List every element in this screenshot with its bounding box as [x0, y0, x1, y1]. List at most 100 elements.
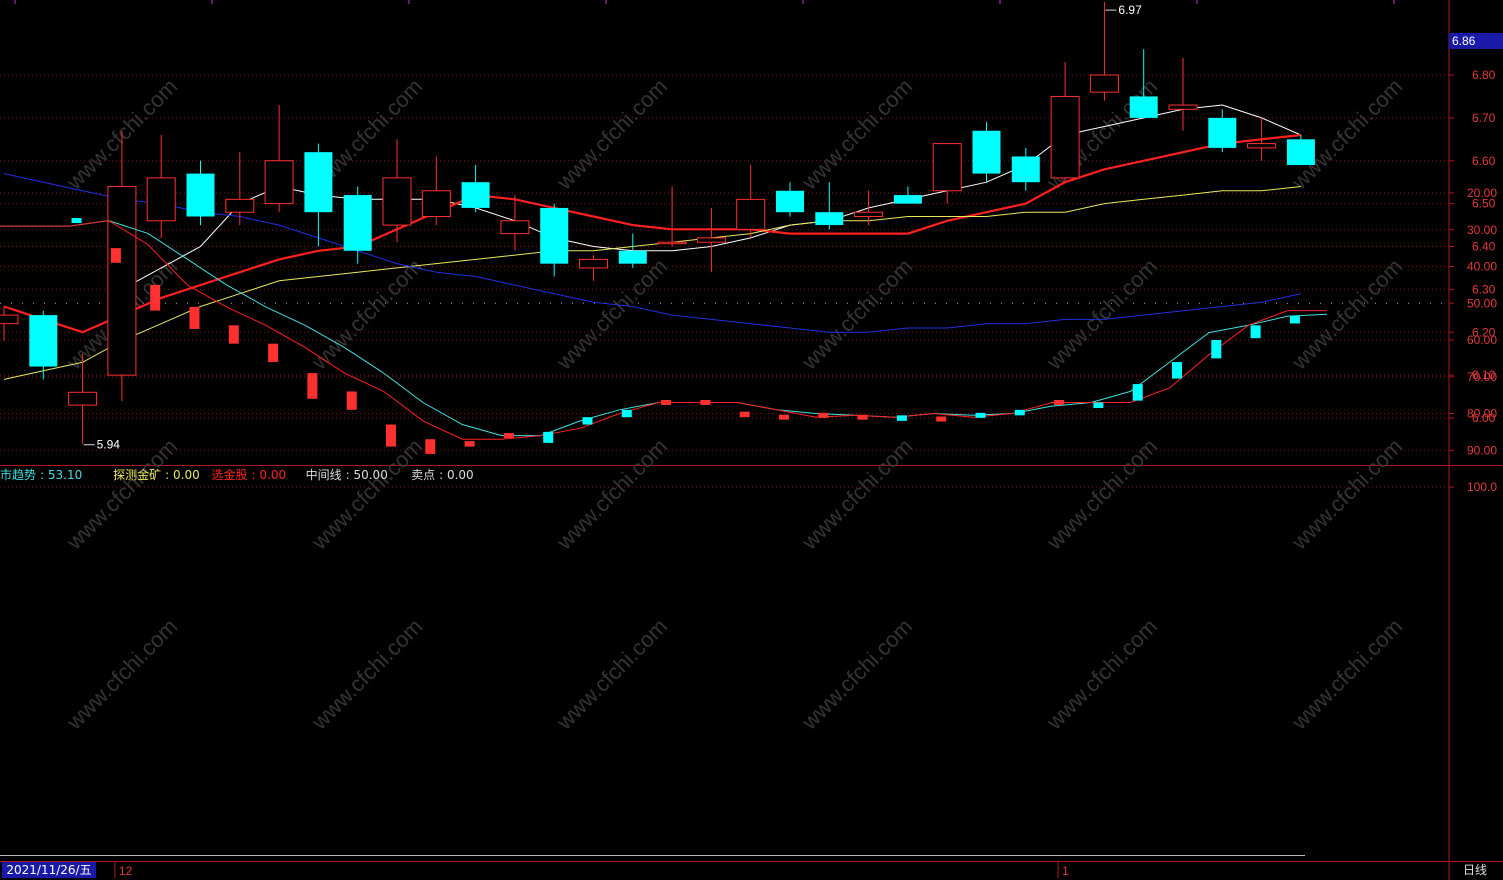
indicator-bar [150, 284, 161, 311]
indicator-legend: 市趋势: 53.10 探测金矿: 0.00 选金股: 0.00 中间线: 50.… [0, 466, 482, 483]
candle [932, 143, 962, 204]
price-tick-label: 6.80 [1472, 68, 1496, 82]
candle [107, 130, 137, 401]
candle-body [776, 190, 804, 213]
candle-body [618, 250, 647, 264]
indicator-bar [189, 306, 200, 329]
candle [0, 306, 19, 341]
indicator-bar [1289, 316, 1300, 324]
annotation-label: 5.94 [97, 438, 121, 452]
indicator-bar [818, 412, 829, 418]
watermark: www.cfchi.com [551, 74, 672, 195]
candle-body [1168, 104, 1198, 110]
indicator-bar [896, 415, 907, 421]
candle [893, 186, 922, 204]
indicator-tick-label: 50.00 [1467, 296, 1497, 310]
watermark: www.cfchi.com [796, 434, 917, 555]
watermark: www.cfchi.com [551, 254, 672, 375]
candle-body [1050, 95, 1080, 179]
candle [1286, 135, 1315, 166]
candle [461, 165, 490, 213]
candle-body [186, 173, 215, 217]
indicator-tick-label: 30.00 [1467, 223, 1497, 237]
indicator-bar [307, 373, 318, 399]
candle-body [1286, 139, 1315, 166]
indicator-bar [543, 431, 554, 443]
candle-body [146, 177, 176, 222]
legend-trend: 市趋势: 53.10 [0, 468, 83, 482]
candle-body [382, 177, 412, 226]
candle-body [264, 160, 294, 205]
candle [579, 255, 608, 281]
candle-body [0, 314, 19, 325]
candle-body [1089, 74, 1119, 93]
legend-trend-name: 市趋势 [0, 468, 37, 482]
indicator-bar [661, 399, 672, 405]
candle-body [815, 212, 844, 226]
indicator-tick-label: 40.00 [1467, 260, 1497, 274]
watermark: www.cfchi.com [1041, 434, 1162, 555]
indicator-line-1 [0, 220, 1327, 440]
candle [815, 182, 844, 230]
candle-body [421, 190, 451, 217]
annotation-label: 6.97 [1118, 3, 1142, 17]
indicator-tick-label: 60.00 [1467, 333, 1497, 347]
x-tick-label: 1 [1062, 864, 1069, 878]
watermark: www.cfchi.com [796, 74, 917, 195]
indicator-bar [621, 409, 632, 418]
indicator-bar [346, 391, 357, 410]
price-tick-label: 6.40 [1472, 240, 1496, 254]
indicator-bar [425, 439, 436, 454]
candle [696, 207, 726, 273]
candle-body [1208, 117, 1237, 148]
watermark: www.cfchi.com [551, 434, 672, 555]
candle-body [893, 195, 922, 204]
legend-midline-name: 中间线 [305, 468, 342, 482]
candle [776, 182, 804, 217]
candle [1011, 147, 1040, 191]
candle [146, 135, 176, 238]
candle-body [304, 152, 333, 213]
candle-body [972, 130, 1001, 174]
candle-body [736, 198, 766, 230]
legend-trend-value: 53.10 [47, 468, 83, 482]
candle [421, 156, 451, 226]
candle-body [500, 220, 530, 235]
indicator-bar [1250, 325, 1261, 339]
candle [618, 233, 647, 268]
indicator-tick-label: 90.00 [1467, 443, 1497, 457]
indicator-bar [739, 411, 750, 418]
candle [382, 139, 412, 243]
watermark: www.cfchi.com [1286, 74, 1407, 195]
price-tick-label: 6.30 [1472, 282, 1496, 296]
indicator-bar [1014, 409, 1025, 416]
date-label: 2021/11/26/五 [2, 862, 96, 878]
chart-canvas: 6.806.706.606.506.406.306.206.106.00100.… [0, 0, 1503, 880]
candle-body [579, 258, 608, 269]
candle-body [932, 143, 962, 192]
legend-midline-value: 50.00 [353, 468, 388, 482]
period-label[interactable]: 日线 [1452, 862, 1498, 878]
indicator-tick-label: 70.00 [1467, 370, 1497, 384]
candle [540, 203, 569, 277]
indicator-bar [1093, 402, 1104, 408]
current-price-tag: 6.86 [1449, 33, 1503, 49]
candle [1089, 2, 1119, 101]
indicator-bar [1211, 340, 1222, 359]
indicator-bar [110, 248, 121, 263]
indicator-bar [700, 399, 711, 405]
watermark: www.cfchi.com [1041, 614, 1162, 735]
candle-body [854, 211, 884, 217]
watermark: www.cfchi.com [796, 254, 917, 375]
indicator-bar [464, 441, 475, 447]
indicator-bar [503, 433, 514, 439]
legend-midline: 中间线: 50.00 [305, 468, 388, 482]
indicator-bar [268, 343, 279, 363]
candle-body [461, 182, 490, 208]
legend-gold-detect-name: 探测金矿 [113, 468, 162, 482]
candle [1050, 62, 1080, 183]
watermark: www.cfchi.com [1041, 254, 1162, 375]
watermark: www.cfchi.com [551, 614, 672, 735]
candle [186, 160, 215, 226]
candle [264, 105, 294, 213]
